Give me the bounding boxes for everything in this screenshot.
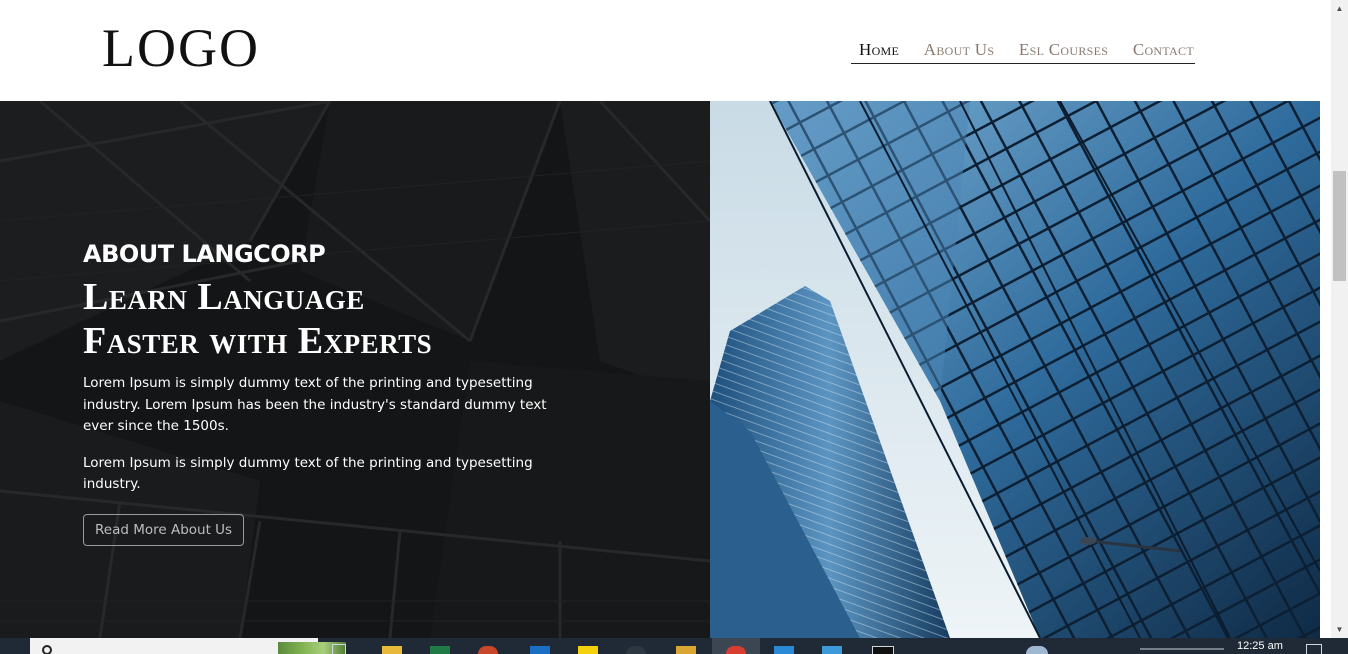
file-explorer-icon[interactable] xyxy=(382,646,402,654)
terminal-icon[interactable] xyxy=(872,646,894,654)
main-nav: Home About Us Esl Courses Contact xyxy=(851,38,1195,64)
powerpoint-icon[interactable] xyxy=(478,646,498,654)
nav-esl-courses[interactable]: Esl Courses xyxy=(1019,38,1108,63)
nav-contact[interactable]: Contact xyxy=(1133,38,1194,63)
about-paragraph-1: Lorem Ipsum is simply dummy text of the … xyxy=(83,375,547,434)
taskbar-search-box[interactable] xyxy=(30,638,346,654)
about-paragraph-2: Lorem Ipsum is simply dummy text of the … xyxy=(83,454,533,493)
hero-image-panel xyxy=(710,101,1320,638)
hero-headline: Learn Language Faster with Experts xyxy=(83,275,563,363)
taskbar-clock[interactable]: 12:25 am xyxy=(1237,640,1283,652)
about-hero: ABOUT LANGCORP Learn Language Faster wit… xyxy=(0,101,1320,638)
windows-taskbar: 12:25 am xyxy=(0,638,1348,654)
action-center-icon[interactable] xyxy=(1306,644,1322,654)
search-icon xyxy=(42,645,52,654)
excel-icon[interactable] xyxy=(430,646,450,654)
app-icon[interactable] xyxy=(626,646,646,654)
tray-icons[interactable] xyxy=(1140,648,1224,650)
site-header: LOGO Home About Us Esl Courses Contact xyxy=(0,0,1331,101)
nav-home[interactable]: Home xyxy=(859,38,899,63)
folder-icon[interactable] xyxy=(676,646,696,654)
nav-about-us[interactable]: About Us xyxy=(924,38,995,63)
sticky-notes-icon[interactable] xyxy=(578,646,598,654)
vscode-icon[interactable] xyxy=(774,646,794,654)
headline-line-2: Faster with Experts xyxy=(83,320,433,362)
task-view-icon[interactable] xyxy=(332,644,346,654)
outlook-icon[interactable] xyxy=(530,646,550,654)
headline-line-1: Learn Language xyxy=(83,276,365,318)
read-more-button[interactable]: Read More About Us xyxy=(83,513,245,546)
skyscraper-image xyxy=(710,101,1320,638)
hero-dark-panel: ABOUT LANGCORP Learn Language Faster wit… xyxy=(0,101,710,638)
scroll-up-arrow-icon[interactable]: ▲ xyxy=(1331,0,1348,17)
scroll-thumb[interactable] xyxy=(1333,171,1346,281)
notification-badge-icon[interactable] xyxy=(1026,646,1048,654)
scroll-down-arrow-icon[interactable]: ▼ xyxy=(1331,621,1348,638)
site-logo[interactable]: LOGO xyxy=(102,18,260,78)
chrome-icon[interactable] xyxy=(726,646,746,654)
page-scrollbar[interactable]: ▲ ▼ xyxy=(1331,0,1348,638)
section-eyebrow: ABOUT LANGCORP xyxy=(83,240,326,268)
store-icon[interactable] xyxy=(822,646,842,654)
about-content: ABOUT LANGCORP Learn Language Faster wit… xyxy=(83,239,563,546)
